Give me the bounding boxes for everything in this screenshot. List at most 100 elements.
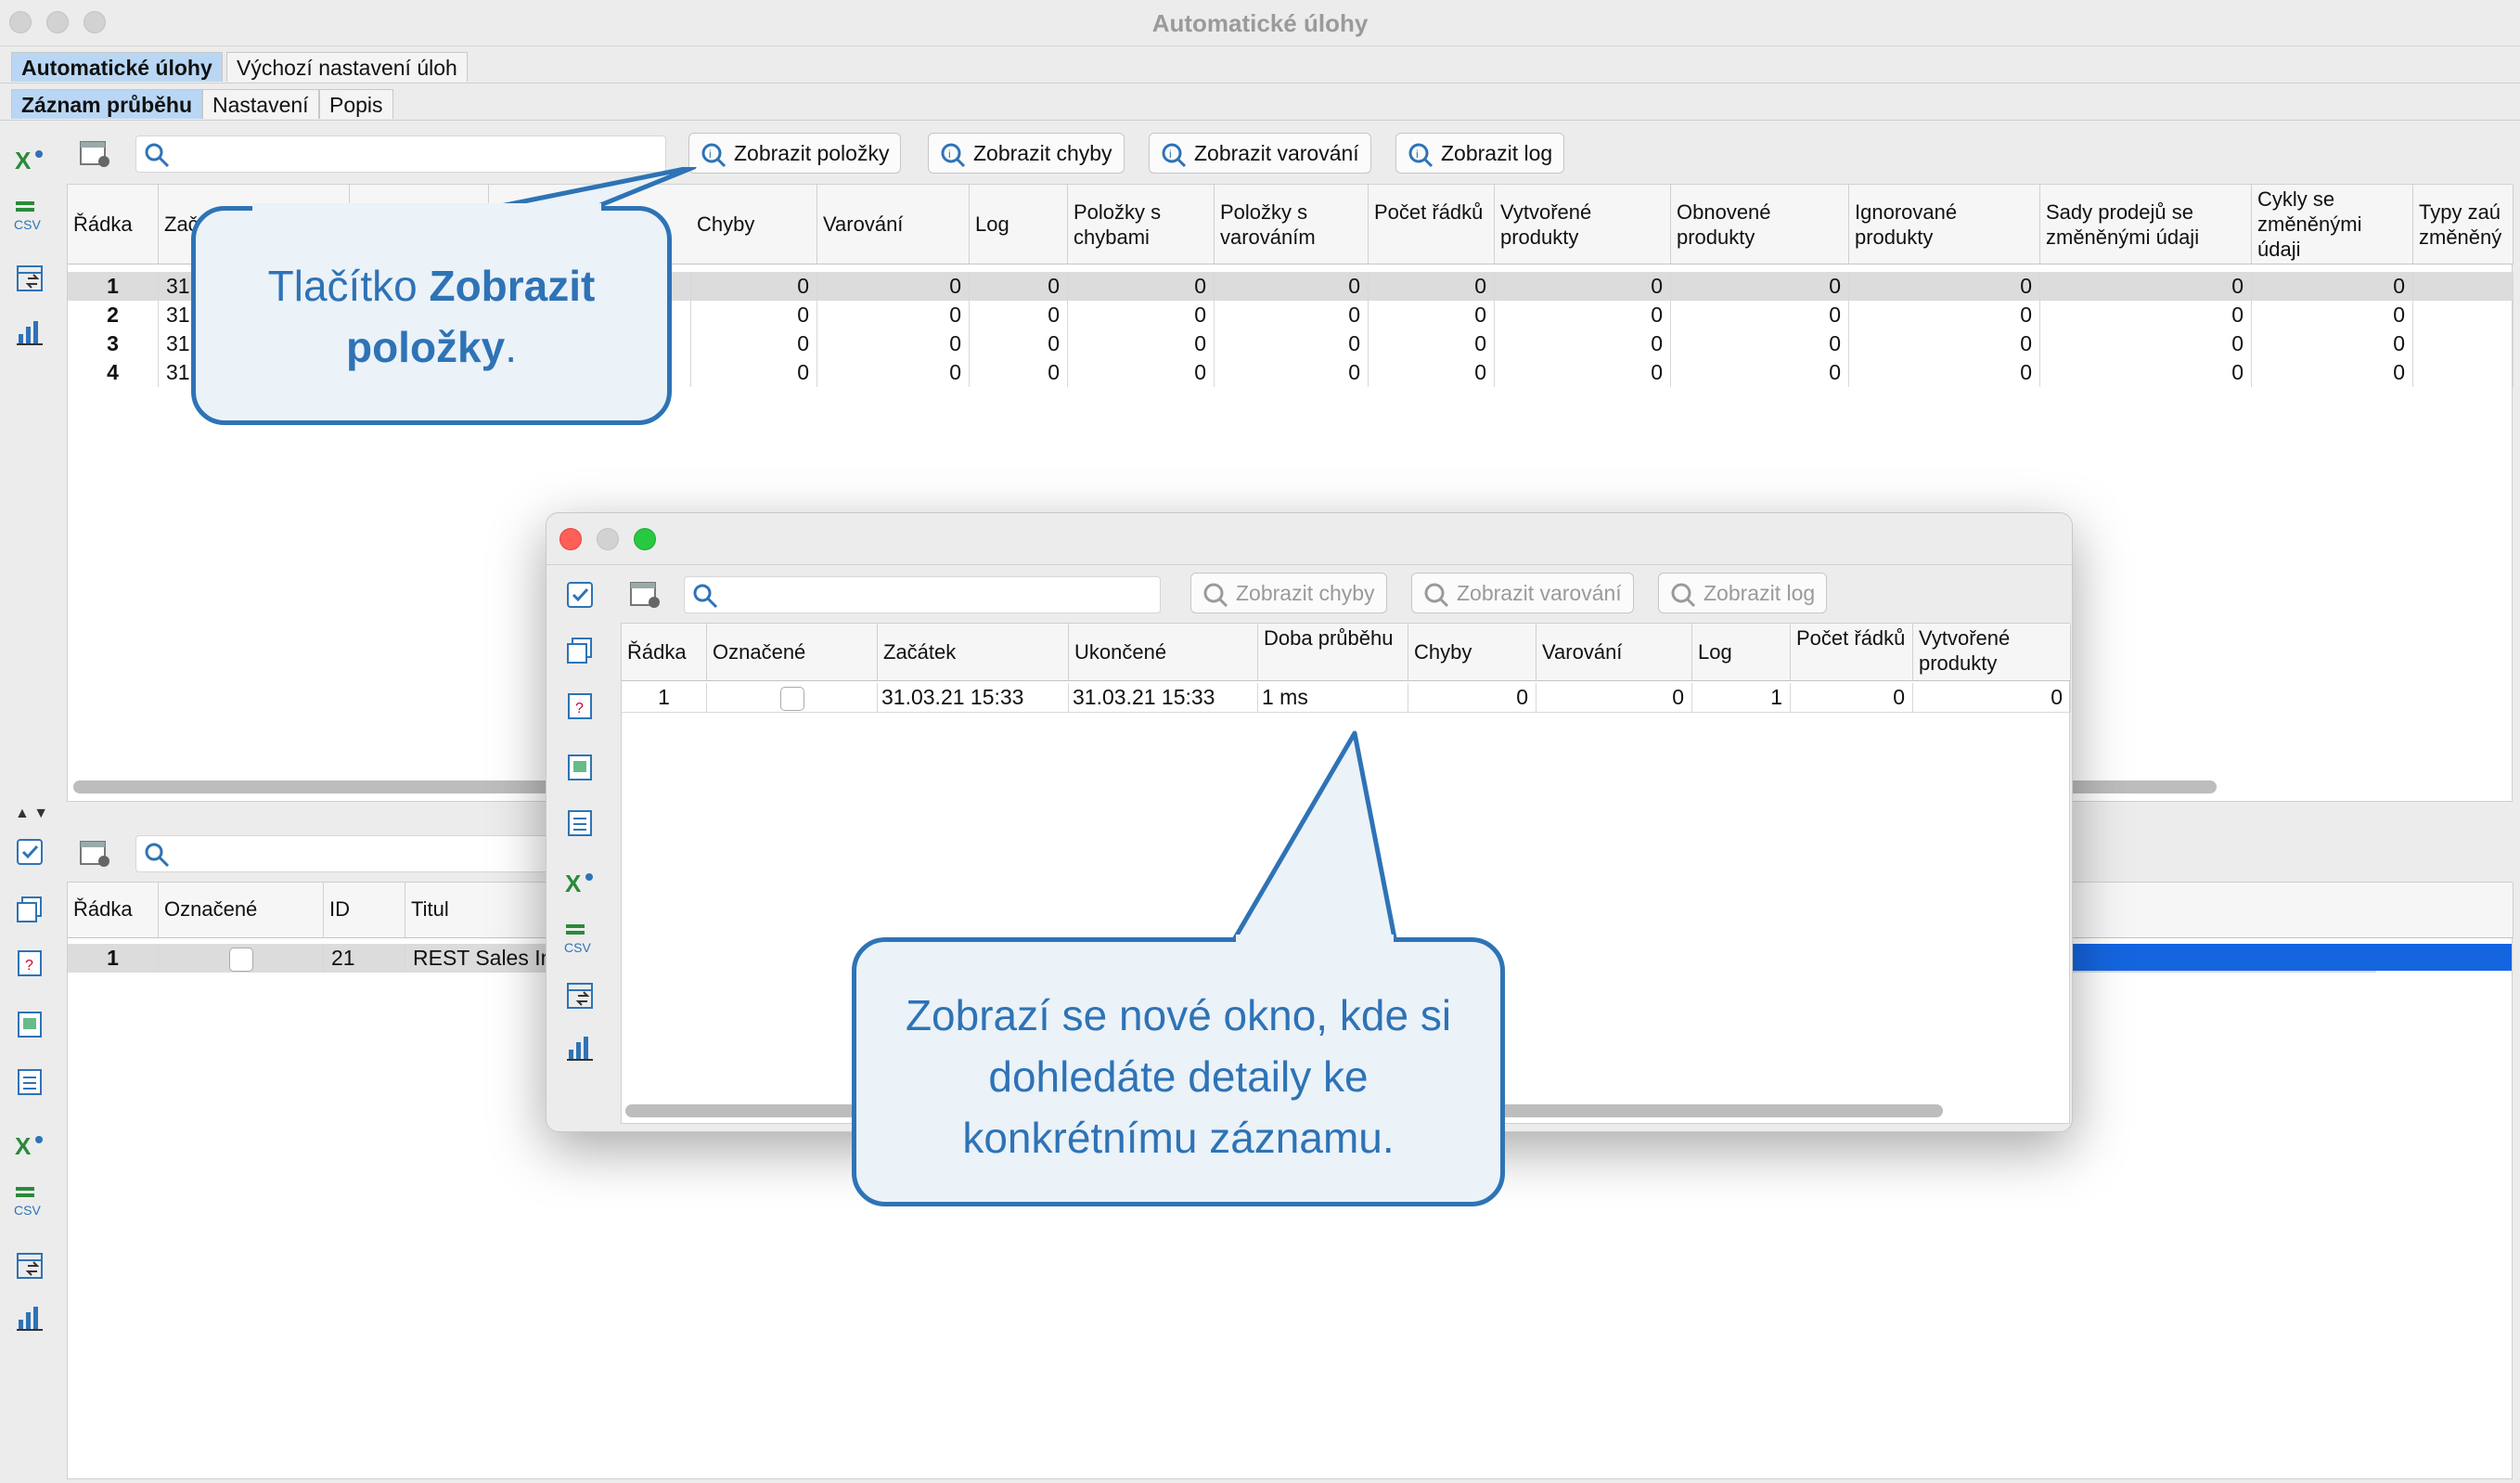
selection-highlight (2072, 944, 2512, 971)
help-doc-icon[interactable]: ? (13, 947, 46, 980)
table-cell: 4 (68, 358, 159, 387)
column-header[interactable]: Vytvořené produkty (1913, 624, 2071, 681)
items-search-input[interactable] (135, 835, 553, 872)
search-icon (144, 142, 170, 173)
callout-show-items: Tlačítko Zobrazit položky. (191, 206, 672, 425)
csv-export-icon[interactable]: CSV (13, 199, 46, 232)
table-cell: 0 (1215, 272, 1369, 301)
column-header[interactable]: Začátek (878, 624, 1069, 681)
table-cell (159, 944, 324, 973)
show-warnings-button[interactable]: i Zobrazit varování (1149, 133, 1371, 174)
tab-automatic-tasks[interactable]: Automatické úlohy (11, 52, 223, 82)
image-doc-icon[interactable] (13, 1008, 46, 1041)
column-header[interactable]: Řádka (622, 624, 707, 681)
column-settings-icon[interactable] (78, 137, 111, 171)
row-checkbox[interactable] (779, 686, 804, 711)
column-settings-icon[interactable] (78, 837, 111, 870)
csv-export-icon[interactable]: CSV (563, 922, 597, 955)
image-doc-icon[interactable] (563, 751, 597, 784)
table-cell: 0 (1536, 683, 1692, 712)
table-cell: 0 (1849, 329, 2040, 358)
copy-icon[interactable] (563, 634, 597, 667)
select-all-icon[interactable] (563, 578, 597, 612)
column-header[interactable]: Log (1692, 624, 1791, 681)
window-title: Automatické úlohy (1151, 9, 1369, 37)
show-errors-button[interactable]: i Zobrazit chyby (928, 133, 1125, 174)
table-cell: 3 (68, 329, 159, 358)
svg-text:X: X (565, 870, 582, 897)
excel-export-icon[interactable]: X (13, 143, 46, 176)
table-cell: 0 (1849, 358, 2040, 387)
chart-icon[interactable] (13, 1301, 46, 1335)
popup-show-log-button[interactable]: Zobrazit log (1658, 573, 1828, 613)
table-cell: 0 (1369, 329, 1495, 358)
tab-settings[interactable]: Nastavení (202, 89, 319, 119)
column-header[interactable]: Sady prodejů se změněnými údaji (2040, 185, 2252, 264)
popup-show-errors-button[interactable]: Zobrazit chyby (1190, 573, 1387, 613)
select-all-icon[interactable] (13, 835, 46, 869)
minimize-window-button[interactable] (597, 528, 619, 550)
list-doc-icon[interactable] (13, 1065, 46, 1099)
svg-text:i: i (709, 148, 712, 161)
row-checkbox[interactable] (228, 947, 253, 972)
table-layout-icon[interactable] (563, 979, 597, 1012)
svg-text:i: i (1416, 148, 1419, 161)
copy-icon[interactable] (13, 893, 46, 926)
popup-search-input[interactable] (684, 576, 1161, 613)
column-header[interactable]: Chyby (1408, 624, 1536, 681)
column-header[interactable]: ID (324, 883, 405, 938)
column-header[interactable]: Cykly se změněnými údaji (2252, 185, 2413, 264)
svg-text:i: i (1169, 148, 1172, 161)
column-header[interactable]: Varování (817, 185, 970, 264)
table-cell: 0 (691, 272, 817, 301)
chart-icon[interactable] (13, 316, 46, 349)
svg-text:X: X (15, 1132, 32, 1160)
tab-default-task-settings[interactable]: Výchozí nastavení úloh (226, 52, 468, 82)
help-doc-icon[interactable]: ? (563, 690, 597, 723)
column-settings-icon[interactable] (628, 578, 662, 612)
column-header[interactable]: Položky s varováním (1215, 185, 1369, 264)
column-header[interactable]: Typy zaú změněný (2413, 185, 2514, 264)
close-window-button[interactable] (559, 528, 582, 550)
table-cell: 0 (1495, 329, 1671, 358)
show-items-button[interactable]: i Zobrazit položky (688, 133, 902, 174)
csv-export-icon[interactable]: CSV (13, 1184, 46, 1218)
column-header[interactable]: Chyby (691, 185, 817, 264)
column-header[interactable]: Řádka (68, 883, 159, 938)
callout-joint (1236, 935, 1394, 944)
column-header[interactable]: Log (970, 185, 1068, 264)
column-header[interactable]: Počet řádků (1791, 624, 1913, 681)
column-header[interactable]: Doba průběhu (1258, 624, 1408, 681)
excel-export-icon[interactable]: X (13, 1128, 46, 1162)
column-header[interactable]: Ignorované produkty (1849, 185, 2040, 264)
list-doc-icon[interactable] (563, 806, 597, 840)
table-cell: 0 (970, 272, 1068, 301)
info-magnifier-icon: i (1408, 141, 1434, 180)
column-header[interactable]: Počet řádků (1369, 185, 1495, 264)
zoom-window-button[interactable] (634, 528, 656, 550)
table-cell: 0 (2252, 329, 2413, 358)
tab-description[interactable]: Popis (319, 89, 393, 119)
table-cell: 0 (1068, 272, 1215, 301)
chart-icon[interactable] (563, 1031, 597, 1064)
show-log-button[interactable]: i Zobrazit log (1395, 133, 1565, 174)
main-tab-bar: Automatické úlohy Výchozí nastavení úloh (0, 48, 2520, 84)
excel-export-icon[interactable]: X (563, 866, 597, 899)
column-header[interactable]: Řádka (68, 185, 159, 264)
table-cell: 0 (1671, 272, 1849, 301)
column-header[interactable]: Vytvořené produkty (1495, 185, 1671, 264)
popup-show-warnings-button[interactable]: Zobrazit varování (1411, 573, 1634, 613)
column-header[interactable]: Varování (1536, 624, 1692, 681)
column-header[interactable]: Označené (159, 883, 324, 938)
table-cell: 0 (1408, 683, 1536, 712)
column-header[interactable]: Položky s chybami (1068, 185, 1215, 264)
column-header[interactable]: Ukončené (1069, 624, 1258, 681)
splitter-arrows-icon[interactable]: ▲ ▼ (15, 806, 48, 822)
column-header[interactable]: Obnovené produkty (1671, 185, 1849, 264)
table-cell: 0 (1913, 683, 2071, 712)
column-header[interactable]: Označené (707, 624, 878, 681)
table-layout-icon[interactable] (13, 262, 46, 295)
table-layout-icon[interactable] (13, 1249, 46, 1283)
tab-run-log[interactable]: Záznam průběhu (11, 89, 203, 119)
table-cell: 0 (817, 272, 970, 301)
